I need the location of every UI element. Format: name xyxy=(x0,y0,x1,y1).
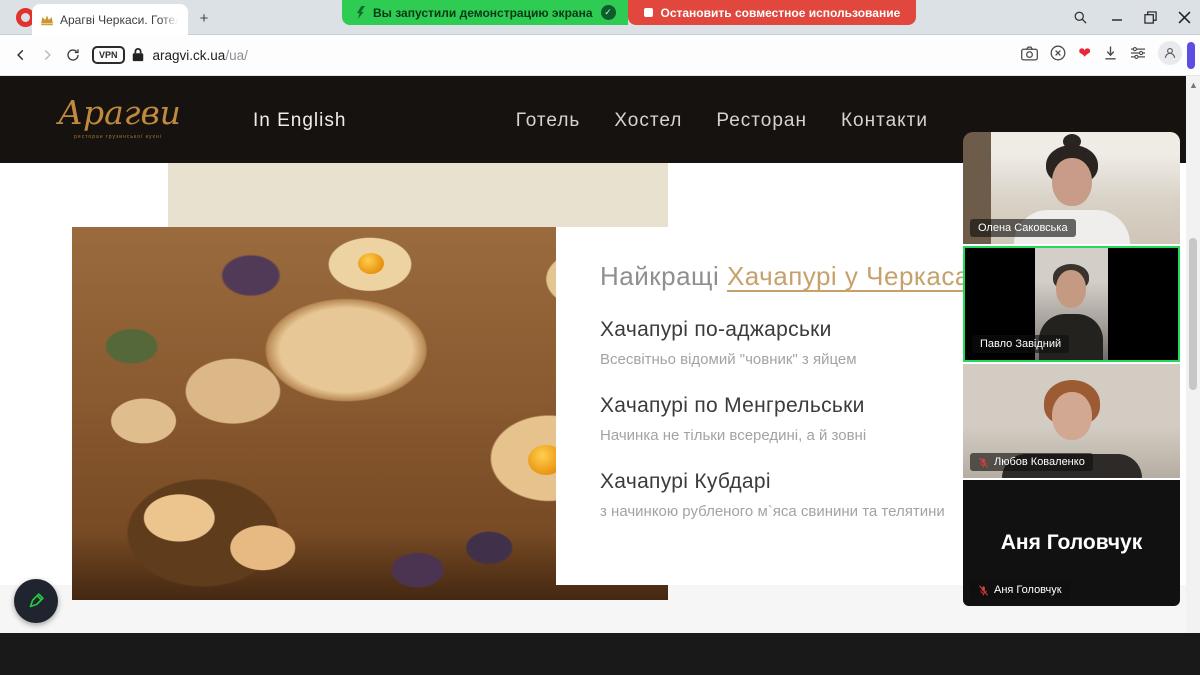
main-nav: Готель Хостел Ресторан Контакти xyxy=(516,110,928,132)
beige-decor-block xyxy=(168,163,668,227)
dish-desc: з начинкою рубленого м`яса свинини та те… xyxy=(600,503,980,520)
address-bar-actions: ❤ xyxy=(1021,41,1182,65)
share-bolt-icon xyxy=(356,6,365,19)
screen: Арагві Черкаси. Готель А + Вы запустили … xyxy=(0,0,1200,675)
egg-yolk xyxy=(358,253,384,274)
reload-button[interactable] xyxy=(60,42,86,68)
khachapuri-link[interactable]: Хачапурі у Черкасах xyxy=(727,261,983,291)
new-tab-button[interactable]: + xyxy=(194,8,214,28)
stop-button-text: Остановить совместное использование xyxy=(661,6,901,20)
zoom-participant-video[interactable]: Олена Саковська xyxy=(963,132,1180,244)
scrollbar-thumb[interactable] xyxy=(1189,238,1197,390)
screen-share-status: Вы запустили демонстрацию экрана ✓ xyxy=(342,0,628,25)
downloads-icon[interactable] xyxy=(1103,45,1118,61)
bookmark-heart-icon[interactable]: ❤ xyxy=(1078,44,1091,62)
annotate-pencil-button[interactable] xyxy=(14,579,58,623)
nav-restaurant[interactable]: Ресторан xyxy=(716,110,807,132)
title-prefix: Найкращі xyxy=(600,261,727,291)
address-bar[interactable]: aragvi.ck.ua/ua/ xyxy=(153,48,248,63)
settings-sliders-icon[interactable] xyxy=(1130,46,1146,60)
vpn-badge[interactable]: VPN xyxy=(92,46,125,64)
sidebar-accent-pill[interactable] xyxy=(1187,42,1195,69)
nav-hotel[interactable]: Готель xyxy=(516,110,581,132)
dish-name: Хачапурі по Менгрельськи xyxy=(600,394,980,418)
muted-mic-icon xyxy=(978,585,989,596)
profile-avatar-icon[interactable] xyxy=(1158,41,1182,65)
adblock-shield-icon[interactable] xyxy=(1050,45,1066,61)
browser-tab-strip: Арагві Черкаси. Готель А + Вы запустили … xyxy=(0,0,1200,35)
dish-name: Хачапурі Кубдарі xyxy=(600,470,980,494)
dish-item: Хачапурі по Менгрельськи Начинка не тіль… xyxy=(600,394,980,444)
zoom-participant-video[interactable]: Любов Коваленко xyxy=(963,364,1180,478)
participant-name-label: Олена Саковська xyxy=(970,219,1076,237)
language-switch-link[interactable]: In English xyxy=(253,110,346,132)
zoom-active-speaker-video[interactable]: Павло Завідний xyxy=(963,246,1180,362)
stop-icon xyxy=(644,8,653,17)
section-title: Найкращі Хачапурі у Черкасах xyxy=(600,261,980,292)
url-host: aragvi.ck.ua xyxy=(153,48,226,63)
search-icon[interactable] xyxy=(1066,6,1094,28)
crown-favicon-icon xyxy=(40,14,54,26)
back-button[interactable] xyxy=(8,42,34,68)
snapshot-camera-icon[interactable] xyxy=(1021,46,1038,61)
nav-contacts[interactable]: Контакти xyxy=(841,110,928,132)
windows-taskbar: ✆ zm ✆ УКР 11:09Пн 30.03.26 xyxy=(0,633,1200,675)
dish-name: Хачапурі по-аджарськи xyxy=(600,318,980,342)
share-banner-text: Вы запустили демонстрацию экрана xyxy=(373,6,593,20)
scrollbar-up-arrow[interactable]: ▲ xyxy=(1189,80,1198,90)
logo-tagline: ресторан грузинської кухні xyxy=(58,134,178,140)
pencil-icon xyxy=(25,590,47,612)
nav-hostel[interactable]: Хостел xyxy=(614,110,682,132)
dish-desc: Начинка не тільки всередині, а й зовні xyxy=(600,427,980,444)
screen-share-banner: Вы запустили демонстрацию экрана ✓ Остан… xyxy=(342,0,916,25)
minimize-button[interactable] xyxy=(1103,6,1131,28)
dish-desc: Всесвітньо відомий "човник" з яйцем xyxy=(600,351,980,368)
participant-name-label: Любов Коваленко xyxy=(970,453,1093,471)
lock-icon[interactable] xyxy=(131,47,145,63)
forward-button[interactable] xyxy=(34,42,60,68)
restore-button[interactable] xyxy=(1136,6,1164,28)
participant-name-label: Павло Завідний xyxy=(972,335,1069,353)
muted-mic-icon xyxy=(978,457,989,468)
site-logo[interactable]: Арагви ресторан грузинської кухні xyxy=(58,84,178,156)
menu-text-block: Найкращі Хачапурі у Черкасах Хачапурі по… xyxy=(600,261,980,520)
close-button[interactable] xyxy=(1170,6,1198,28)
url-path: /ua/ xyxy=(225,48,248,63)
shield-check-icon: ✓ xyxy=(601,5,616,20)
dish-item: Хачапурі Кубдарі з начинкою рубленого м`… xyxy=(600,470,980,520)
participant-name-label: Аня Головчук xyxy=(970,581,1070,599)
dish-item: Хачапурі по-аджарськи Всесвітньо відомий… xyxy=(600,318,980,368)
zoom-participant-novideo[interactable]: Аня Головчук Аня Головчук xyxy=(963,480,1180,606)
browser-tab[interactable]: Арагві Черкаси. Готель А xyxy=(32,4,188,35)
page-viewport: Арагви ресторан грузинської кухні In Eng… xyxy=(0,76,1200,633)
tab-title: Арагві Черкаси. Готель А xyxy=(60,13,178,27)
stop-sharing-button[interactable]: Остановить совместное использование xyxy=(628,0,917,25)
browser-toolbar: VPN aragvi.ck.ua/ua/ xyxy=(0,35,1200,76)
